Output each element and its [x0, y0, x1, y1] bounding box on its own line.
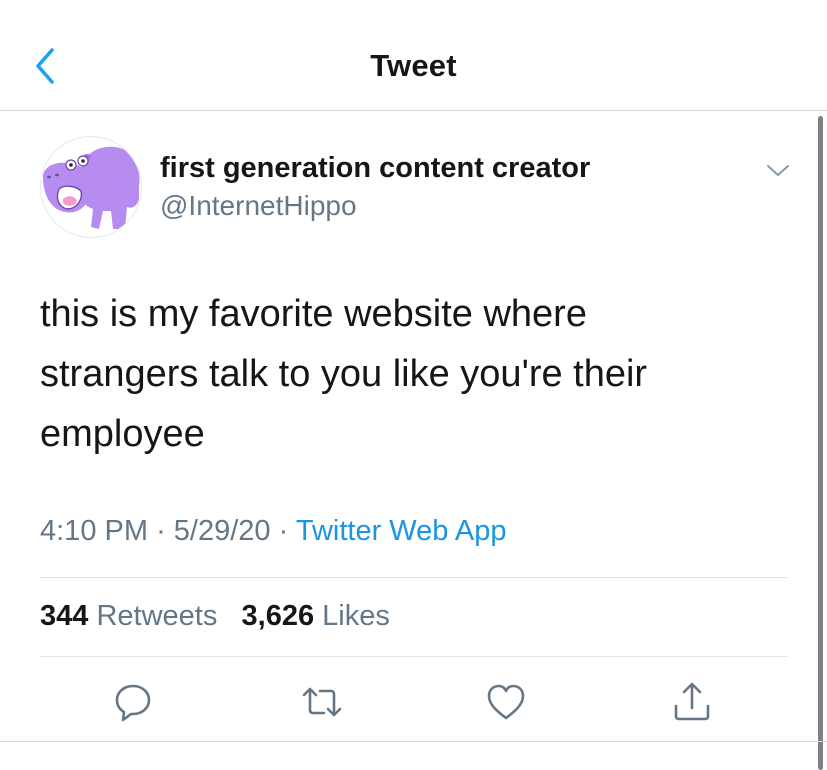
tweet-stats: 344 Retweets 3,626 Likes: [40, 600, 390, 633]
retweet-button[interactable]: [300, 680, 344, 724]
tweet-time: 4:10 PM: [40, 515, 148, 547]
chevron-down-icon: [767, 165, 789, 176]
likes-stat[interactable]: 3,626 Likes: [242, 600, 390, 632]
share-icon: [674, 682, 710, 721]
tweet-meta: 4:10 PM · 5/29/20 · Twitter Web App: [40, 515, 506, 548]
page-title: Tweet: [370, 48, 457, 83]
reply-icon: [115, 684, 151, 722]
purple-hippo-avatar: [43, 146, 140, 229]
retweet-icon: [302, 687, 342, 717]
avatar[interactable]: [40, 136, 142, 238]
author-handle[interactable]: @InternetHippo: [160, 190, 357, 222]
meta-separator: ·: [156, 515, 166, 547]
meta-separator: ·: [278, 515, 289, 547]
likes-label: Likes: [322, 600, 390, 632]
divider: [40, 656, 788, 657]
author-display-name[interactable]: first generation content creator: [160, 152, 590, 185]
divider: [0, 741, 827, 742]
like-button[interactable]: [484, 680, 528, 724]
share-button[interactable]: [670, 680, 714, 724]
top-nav-bar: Tweet: [0, 0, 827, 111]
next-tweet-peek: [80, 762, 500, 770]
tweet-detail-screen: Tweet first generation content creator @…: [0, 0, 827, 770]
like-icon: [487, 684, 525, 720]
retweets-count: 344: [40, 600, 89, 632]
tweet-date: 5/29/20: [173, 515, 271, 547]
reply-button[interactable]: [111, 680, 155, 724]
tweet-options-button[interactable]: [762, 156, 794, 184]
likes-count: 3,626: [241, 600, 315, 632]
scrollbar[interactable]: [818, 116, 823, 770]
tweet-text: this is my favorite website where strang…: [40, 293, 648, 455]
retweets-stat[interactable]: 344 Retweets: [40, 600, 217, 632]
divider: [40, 577, 788, 578]
retweets-label: Retweets: [96, 600, 218, 632]
tweet-source-link[interactable]: Twitter Web App: [296, 515, 507, 547]
